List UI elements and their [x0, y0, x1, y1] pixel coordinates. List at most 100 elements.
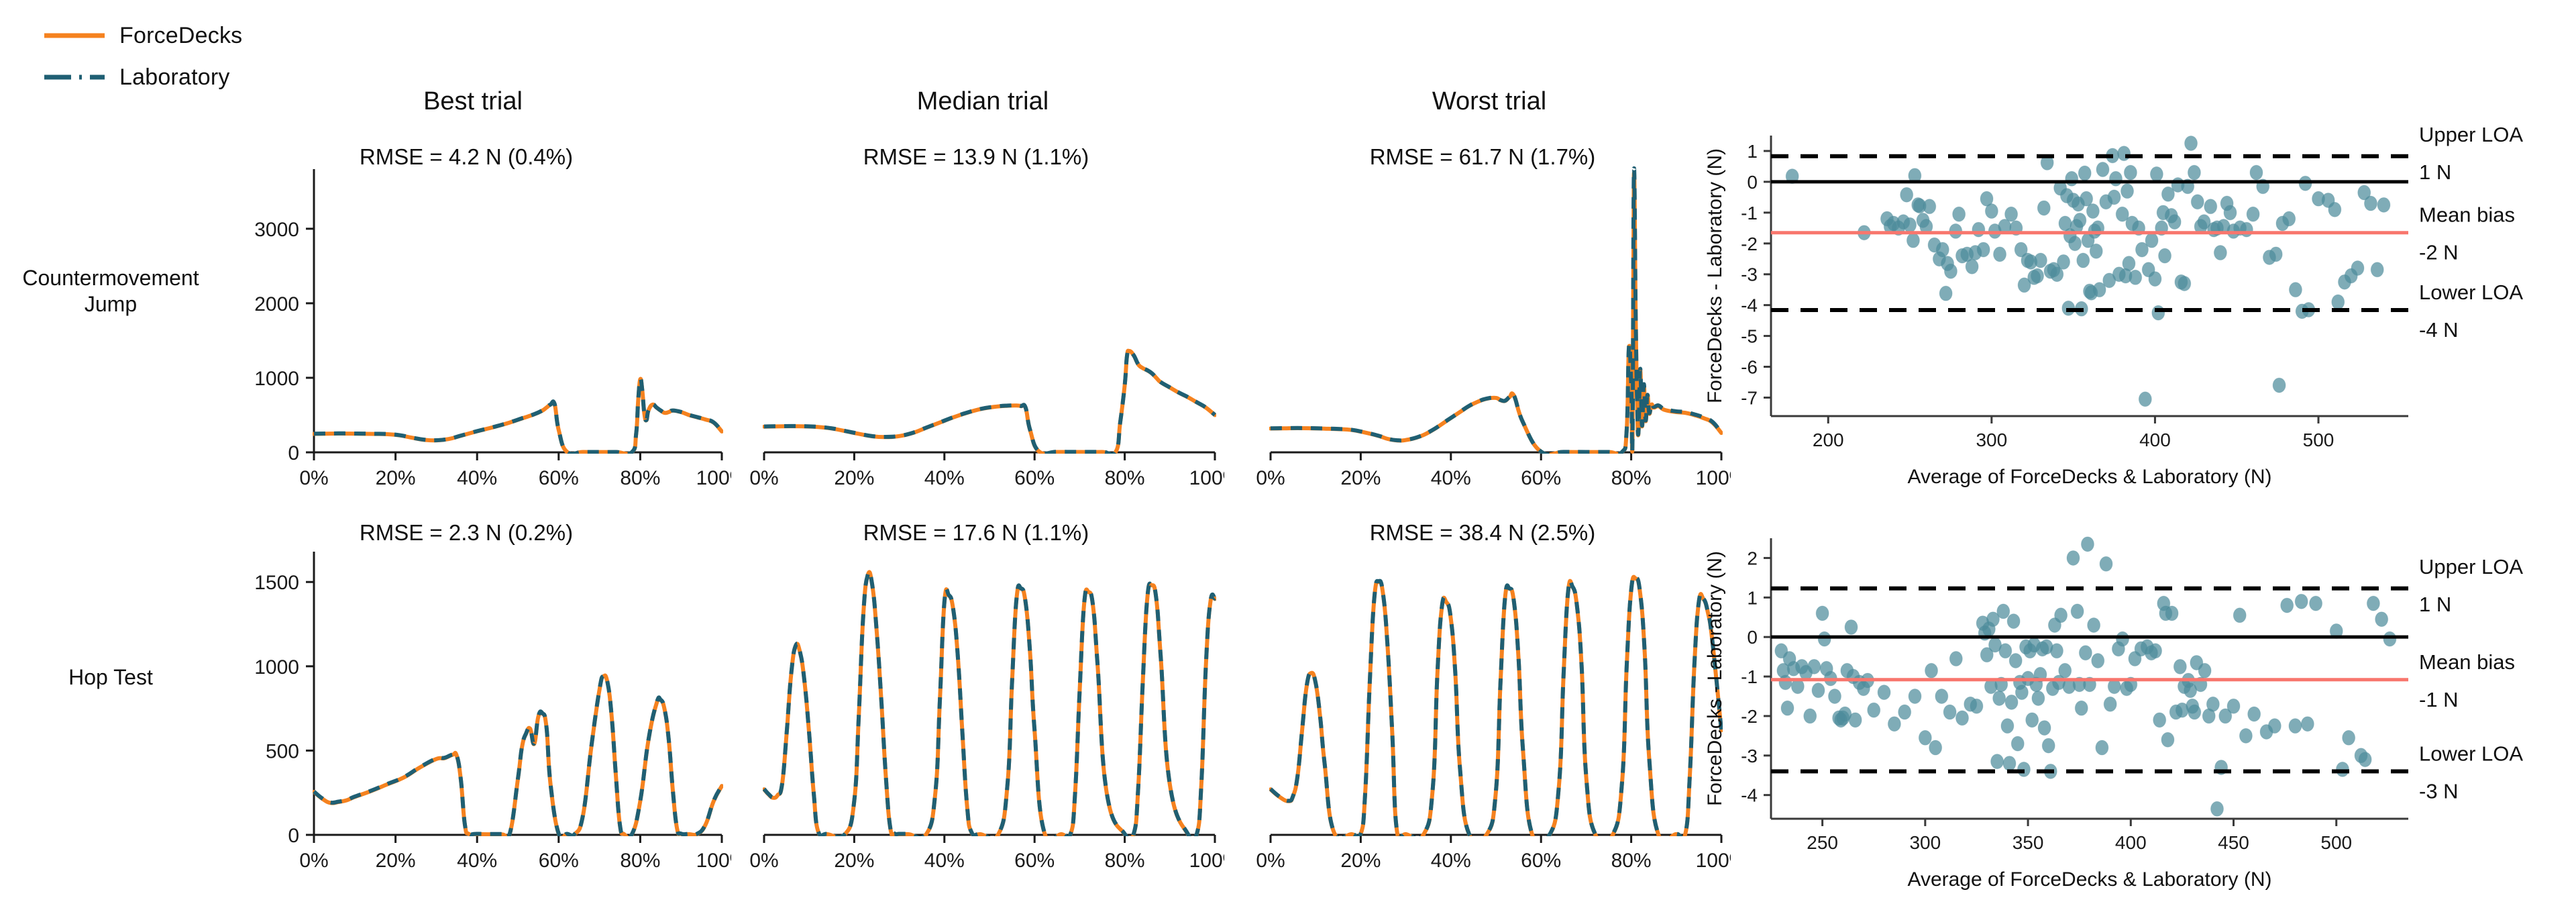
svg-text:20%: 20% [1340, 467, 1381, 489]
svg-text:0%: 0% [299, 850, 328, 872]
waveform-panel-hop-worst: 0%20%40%60%80%100% [1254, 544, 1731, 879]
svg-text:200: 200 [1813, 430, 1844, 450]
svg-text:0: 0 [1747, 627, 1758, 648]
svg-text:1500: 1500 [254, 572, 299, 594]
svg-text:40%: 40% [924, 467, 965, 489]
svg-text:20%: 20% [376, 850, 416, 872]
svg-text:1: 1 [1747, 587, 1758, 608]
svg-text:400: 400 [2115, 832, 2147, 853]
svg-text:0%: 0% [1256, 850, 1285, 872]
rmse-hop-worst: RMSE = 38.4 N (2.5%) [1369, 520, 1596, 545]
svg-text:Average of ForceDecks & Labora: Average of ForceDecks & Laboratory (N) [1907, 868, 2271, 891]
svg-text:40%: 40% [1431, 467, 1471, 489]
svg-text:40%: 40% [924, 850, 965, 872]
svg-text:60%: 60% [539, 467, 579, 489]
svg-text:-6: -6 [1741, 357, 1758, 378]
svg-text:-7: -7 [1741, 387, 1758, 408]
waveform-panel-hop-median: 0% 20% 40% 60% 80% 100% [748, 544, 1224, 879]
svg-text:80%: 80% [620, 850, 660, 872]
svg-text:100%: 100% [696, 850, 731, 872]
legend-label-laboratory: Laboratory [119, 64, 230, 90]
svg-text:60%: 60% [1521, 850, 1561, 872]
svg-text:ForceDecks - Laboratory (N): ForceDecks - Laboratory (N) [1704, 551, 1726, 806]
svg-text:400: 400 [2139, 430, 2171, 450]
svg-text:60%: 60% [1014, 467, 1055, 489]
row-label-line1: Countermovement [22, 266, 199, 290]
column-title-median-trial: Median trial [916, 87, 1049, 115]
svg-text:0: 0 [288, 825, 299, 847]
svg-text:100%: 100% [696, 467, 731, 489]
svg-text:450: 450 [2218, 832, 2249, 853]
svg-text:Mean bias: Mean bias [2419, 650, 2515, 674]
svg-text:100%: 100% [1189, 850, 1224, 872]
svg-text:-4: -4 [1741, 295, 1758, 316]
bland-altman-panel-hop: 250 300 350 400 450 500 2 1 0 -1 -2 -3 -4 Upper LOA 1 … [1690, 523, 2576, 899]
row-label-hop-test: Hop Test [68, 665, 153, 689]
svg-text:0%: 0% [299, 467, 328, 489]
svg-text:ForceDecks - Laboratory (N): ForceDecks - Laboratory (N) [1704, 148, 1726, 403]
waveform-panel-hop-best: 0% 20% 40% 60% 80% 100% 0 500 1000 1500 [221, 544, 731, 879]
svg-text:1: 1 [1747, 141, 1758, 162]
column-title-worst-trial: Worst trial [1432, 87, 1547, 115]
svg-text:80%: 80% [1611, 850, 1652, 872]
svg-text:Lower LOA: Lower LOA [2419, 742, 2523, 765]
legend-item-laboratory: Laboratory [40, 56, 242, 98]
svg-text:0: 0 [288, 442, 299, 464]
svg-text:-1 N: -1 N [2419, 688, 2459, 711]
svg-text:-4: -4 [1741, 785, 1758, 806]
svg-text:2: 2 [1747, 548, 1758, 568]
svg-text:300: 300 [1909, 832, 1941, 853]
line-solid-icon [40, 15, 114, 56]
svg-text:500: 500 [2303, 430, 2334, 450]
column-title-best-trial: Best trial [423, 87, 523, 115]
svg-text:-2: -2 [1741, 706, 1758, 727]
bland-altman-panel-cmj: 200 300 400 500 1 0 -1 -2 -3 -4 -5 -6 -7 Upper LOA 1 N… [1690, 121, 2576, 497]
svg-text:60%: 60% [539, 850, 579, 872]
figure-root: ForceDecks Laboratory Best trial Median … [0, 0, 2576, 906]
svg-text:500: 500 [266, 740, 299, 762]
svg-text:-2 N: -2 N [2419, 241, 2459, 264]
svg-text:1000: 1000 [254, 368, 299, 390]
svg-text:20%: 20% [834, 850, 874, 872]
svg-text:1000: 1000 [254, 656, 299, 678]
svg-text:-1: -1 [1741, 203, 1758, 223]
svg-text:Upper LOA: Upper LOA [2419, 123, 2523, 146]
waveform-panel-cmj-median: 0% 20% 40% 60% 80% 100% [748, 161, 1224, 497]
waveform-panel-cmj-worst: 0%20%40%60%80%100% [1254, 161, 1731, 497]
svg-text:300: 300 [1976, 430, 2007, 450]
svg-text:-3: -3 [1741, 264, 1758, 285]
svg-text:20%: 20% [1340, 850, 1381, 872]
legend-label-forcedecks: ForceDecks [119, 22, 243, 48]
svg-text:0%: 0% [749, 467, 778, 489]
svg-text:40%: 40% [1431, 850, 1471, 872]
svg-text:80%: 80% [1105, 467, 1145, 489]
svg-text:3000: 3000 [254, 219, 299, 241]
rmse-hop-median: RMSE = 17.6 N (1.1%) [863, 520, 1089, 545]
svg-text:80%: 80% [1105, 850, 1145, 872]
svg-text:60%: 60% [1014, 850, 1055, 872]
svg-text:20%: 20% [376, 467, 416, 489]
waveform-panel-cmj-best: 0% 20% 40% 60% 80% 100% 0 1000 2000 3000 [221, 161, 731, 497]
svg-text:Upper LOA: Upper LOA [2419, 555, 2523, 578]
svg-text:0: 0 [1747, 172, 1758, 193]
svg-text:-2: -2 [1741, 234, 1758, 254]
row-label-line2: Jump [84, 292, 138, 317]
rmse-hop-best: RMSE = 2.3 N (0.2%) [359, 520, 574, 545]
svg-text:500: 500 [2320, 832, 2352, 853]
svg-text:1 N: 1 N [2419, 593, 2451, 616]
svg-text:40%: 40% [457, 850, 497, 872]
svg-text:250: 250 [1807, 832, 1838, 853]
svg-text:20%: 20% [834, 467, 874, 489]
svg-text:100%: 100% [1189, 467, 1224, 489]
svg-text:2000: 2000 [254, 293, 299, 315]
svg-text:350: 350 [2012, 832, 2044, 853]
legend: ForceDecks Laboratory [40, 15, 242, 98]
svg-text:0%: 0% [1256, 467, 1285, 489]
svg-text:-3: -3 [1741, 746, 1758, 766]
svg-text:80%: 80% [1611, 467, 1652, 489]
line-dashdot-icon [40, 56, 114, 98]
svg-text:-5: -5 [1741, 326, 1758, 347]
svg-text:-4 N: -4 N [2419, 318, 2459, 342]
svg-text:80%: 80% [620, 467, 660, 489]
svg-text:1 N: 1 N [2419, 160, 2451, 184]
